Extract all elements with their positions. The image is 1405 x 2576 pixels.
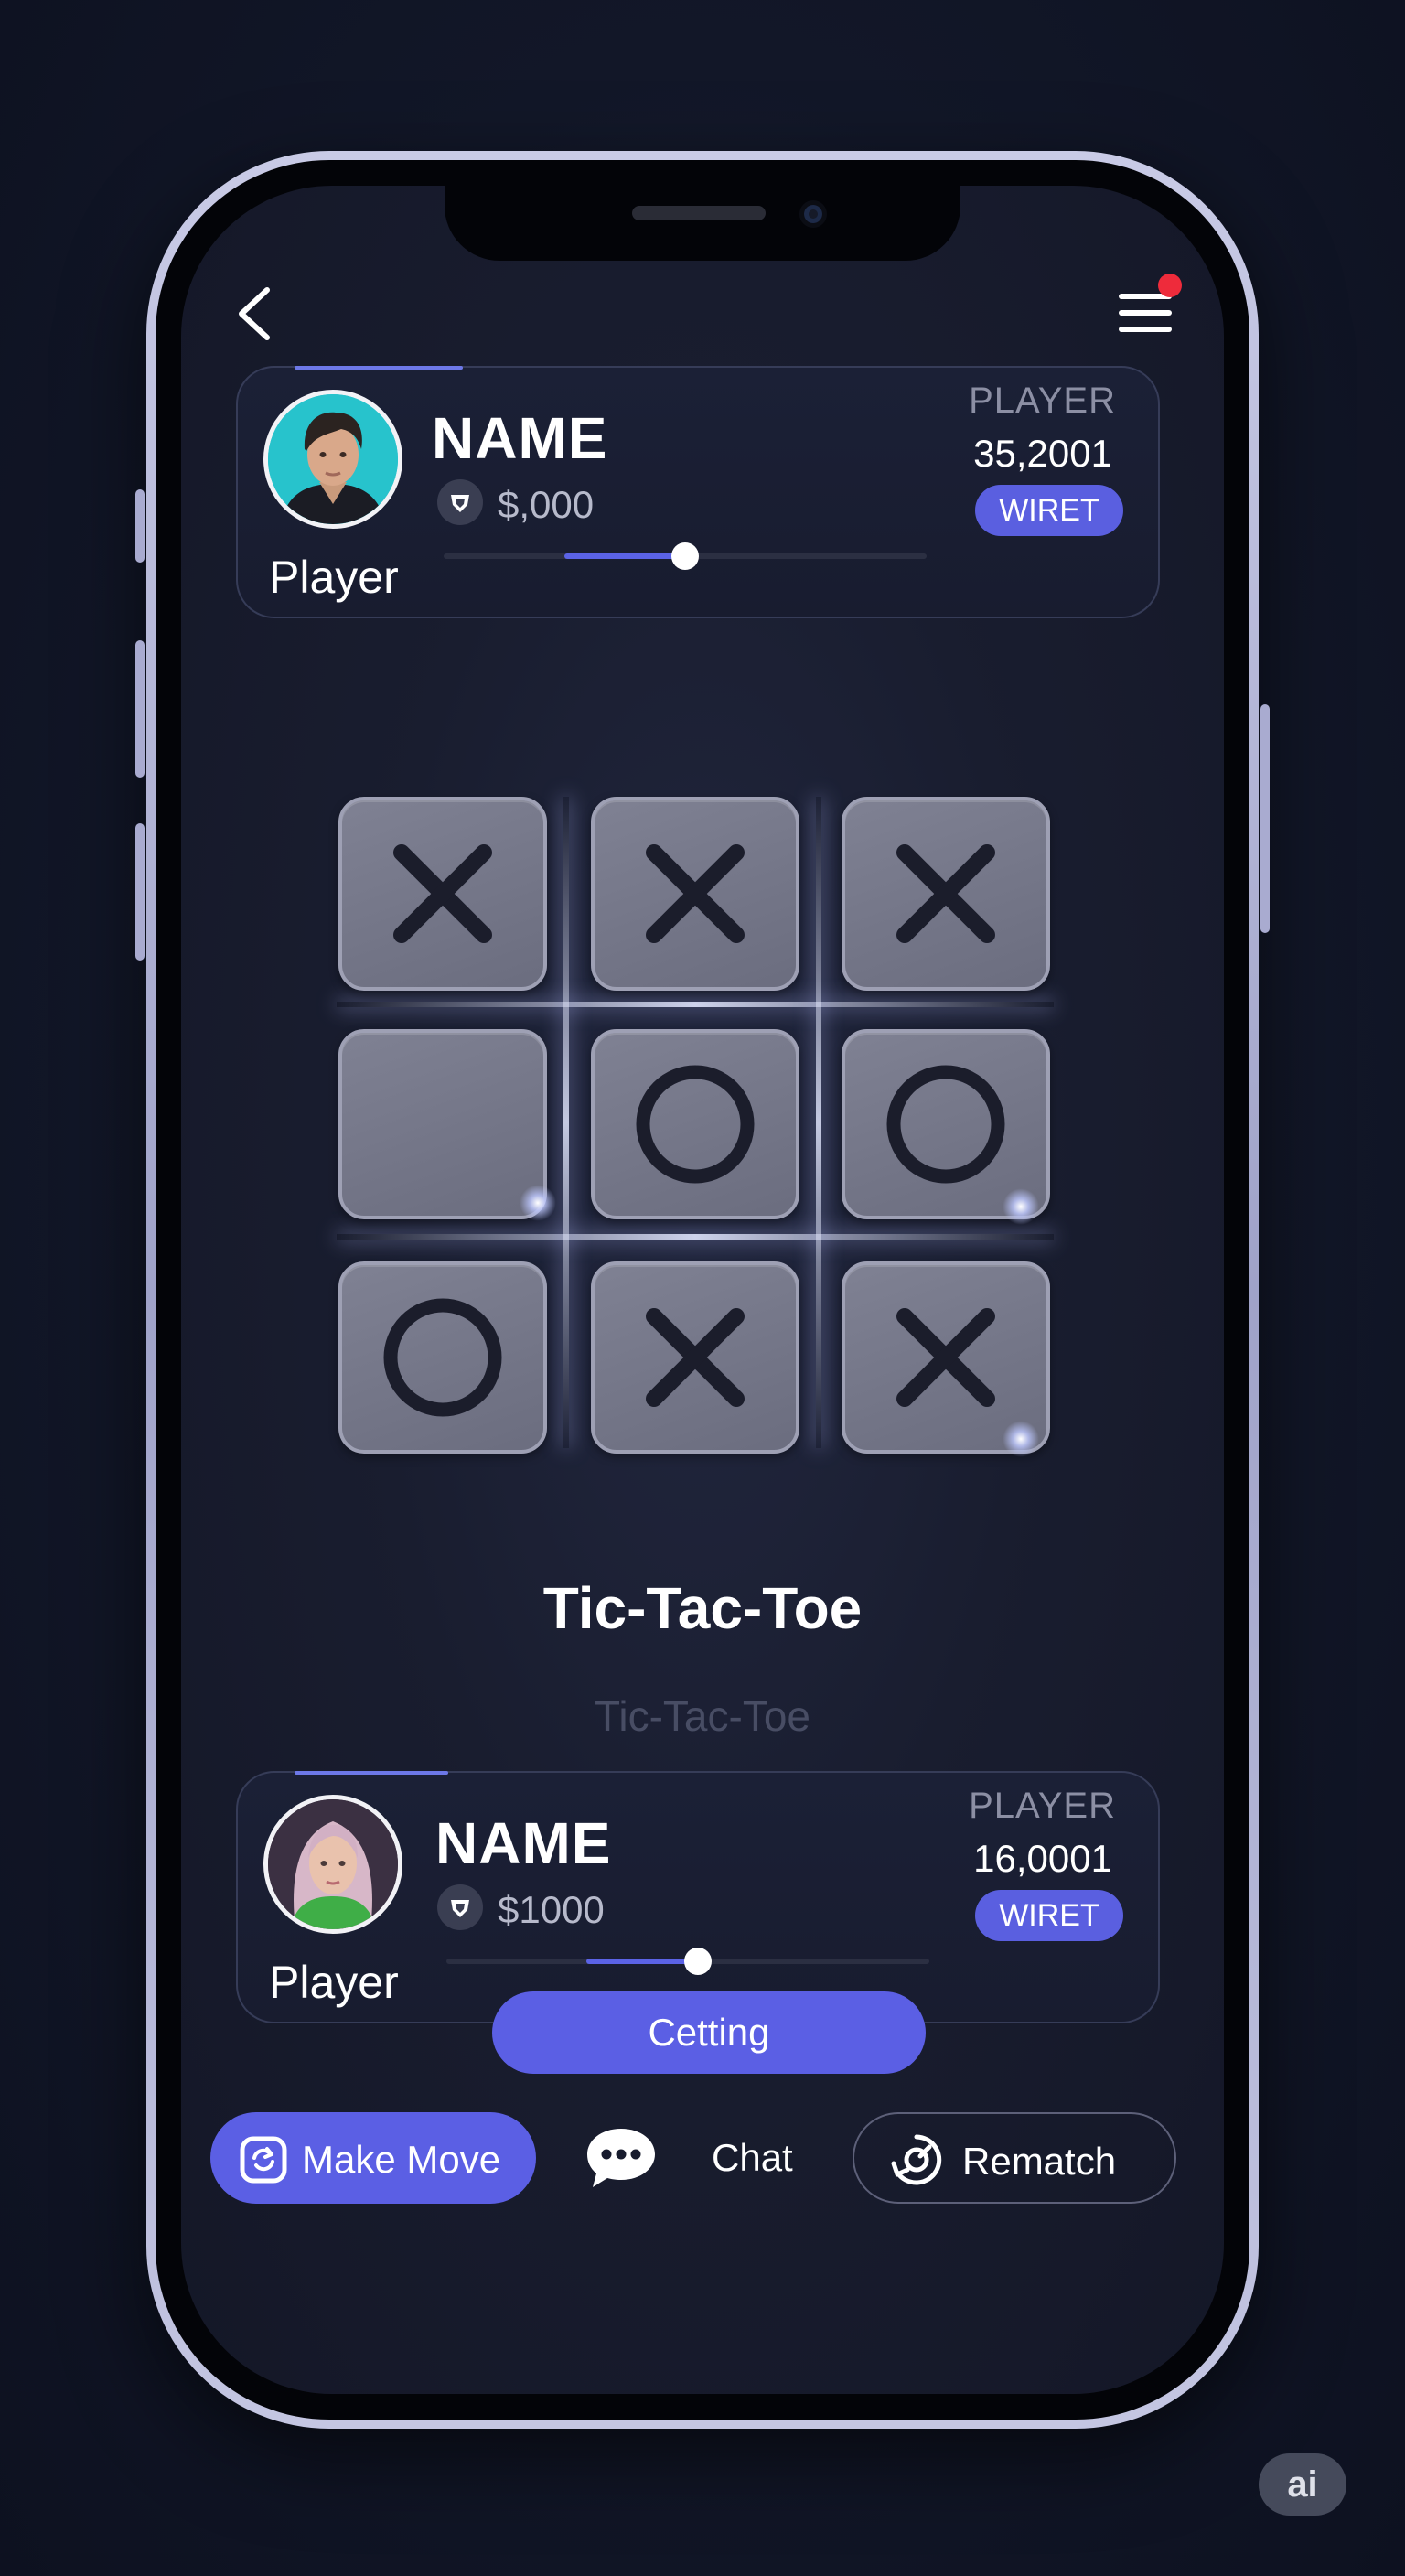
board-cell[interactable] xyxy=(338,1261,547,1454)
back-button[interactable] xyxy=(225,277,280,350)
board-cell[interactable] xyxy=(591,1261,799,1454)
opponent-avatar xyxy=(263,390,402,529)
grid-line xyxy=(337,1234,1054,1240)
make-move-button[interactable]: Make Move xyxy=(210,2112,536,2204)
opponent-name: NAME xyxy=(432,405,608,471)
x-mark-icon xyxy=(393,844,492,943)
card-accent xyxy=(295,366,463,370)
female-avatar-icon xyxy=(268,1799,398,1929)
grid-line xyxy=(563,797,569,1448)
game-subtitle: Tic-Tac-Toe xyxy=(595,1692,810,1740)
phone-bezel: NAME $,000 Player PLAYER 35,2001 WIRET T… xyxy=(156,160,1249,2420)
grid-line xyxy=(337,1002,1054,1007)
menu-icon-bar xyxy=(1119,327,1172,332)
glow-sparkle xyxy=(520,1185,556,1221)
player-avatar xyxy=(263,1795,402,1934)
opponent-progress-slider[interactable] xyxy=(444,542,927,570)
refresh-icon xyxy=(240,2136,287,2184)
glow-sparkle xyxy=(1003,1421,1039,1457)
speaker xyxy=(632,206,766,220)
phone-frame: NAME $,000 Player PLAYER 35,2001 WIRET T… xyxy=(135,151,1270,2429)
x-mark-icon xyxy=(896,844,995,943)
primary-action-button[interactable]: Cetting xyxy=(492,1991,926,2074)
glow-sparkle xyxy=(1003,1188,1039,1225)
screen: NAME $,000 Player PLAYER 35,2001 WIRET T… xyxy=(181,186,1224,2394)
o-mark-icon xyxy=(636,1065,755,1184)
slider-knob[interactable] xyxy=(683,1948,712,1975)
player-progress-slider[interactable] xyxy=(446,1948,929,1975)
rematch-icon xyxy=(891,2134,942,2185)
card-accent xyxy=(295,1771,448,1775)
game-board xyxy=(337,797,1054,1457)
coin-icon xyxy=(437,1884,483,1930)
opponent-stat-value: 35,2001 xyxy=(973,432,1112,475)
male-avatar-icon xyxy=(268,394,398,524)
player-stat-label: PLAYER xyxy=(969,1786,1116,1826)
player-label: Player xyxy=(269,1957,399,2008)
o-mark-icon xyxy=(383,1298,502,1417)
player-stat-value: 16,0001 xyxy=(973,1837,1112,1880)
player-status-badge: WIRET xyxy=(975,1890,1123,1941)
opponent-stat-label: PLAYER xyxy=(969,381,1116,421)
x-mark-icon xyxy=(646,844,745,943)
chevron-left-icon xyxy=(239,287,270,340)
rematch-button[interactable]: Rematch xyxy=(853,2112,1176,2204)
volume-down-button xyxy=(135,823,145,961)
opponent-card: NAME $,000 Player PLAYER 35,2001 WIRET xyxy=(236,366,1160,618)
notch xyxy=(445,186,960,261)
game-title: Tic-Tac-Toe xyxy=(542,1575,863,1641)
coin-icon xyxy=(437,479,483,525)
volume-up-button xyxy=(135,640,145,778)
slider-fill xyxy=(564,553,685,559)
rematch-label: Rematch xyxy=(962,2140,1117,2183)
chat-icon[interactable] xyxy=(584,2123,659,2193)
slider-knob[interactable] xyxy=(671,542,699,570)
x-mark-icon xyxy=(646,1308,745,1407)
o-mark-icon xyxy=(886,1065,1005,1184)
chat-label[interactable]: Chat xyxy=(712,2136,793,2180)
menu-button[interactable] xyxy=(1114,274,1182,341)
board-cell[interactable] xyxy=(591,1029,799,1219)
front-camera xyxy=(799,200,827,228)
make-move-label: Make Move xyxy=(302,2138,501,2181)
menu-icon-bar xyxy=(1119,310,1172,316)
opponent-label: Player xyxy=(269,552,399,603)
mute-switch xyxy=(135,489,145,563)
board-cell[interactable] xyxy=(591,797,799,991)
board-cell[interactable] xyxy=(842,797,1050,991)
notification-dot xyxy=(1158,274,1182,297)
board-cell[interactable] xyxy=(338,1029,547,1219)
slider-fill xyxy=(586,1959,698,1964)
player-card: NAME $1000 Player PLAYER 16,0001 WIRET xyxy=(236,1771,1160,2023)
ai-watermark: ai xyxy=(1259,2453,1346,2516)
grid-line xyxy=(816,797,821,1448)
board-cell[interactable] xyxy=(338,797,547,991)
power-button xyxy=(1260,704,1270,933)
opponent-coins: $,000 xyxy=(498,483,595,526)
opponent-status-badge: WIRET xyxy=(975,485,1123,536)
player-coins: $1000 xyxy=(498,1888,605,1931)
x-mark-icon xyxy=(896,1308,995,1407)
player-name: NAME xyxy=(435,1810,612,1876)
